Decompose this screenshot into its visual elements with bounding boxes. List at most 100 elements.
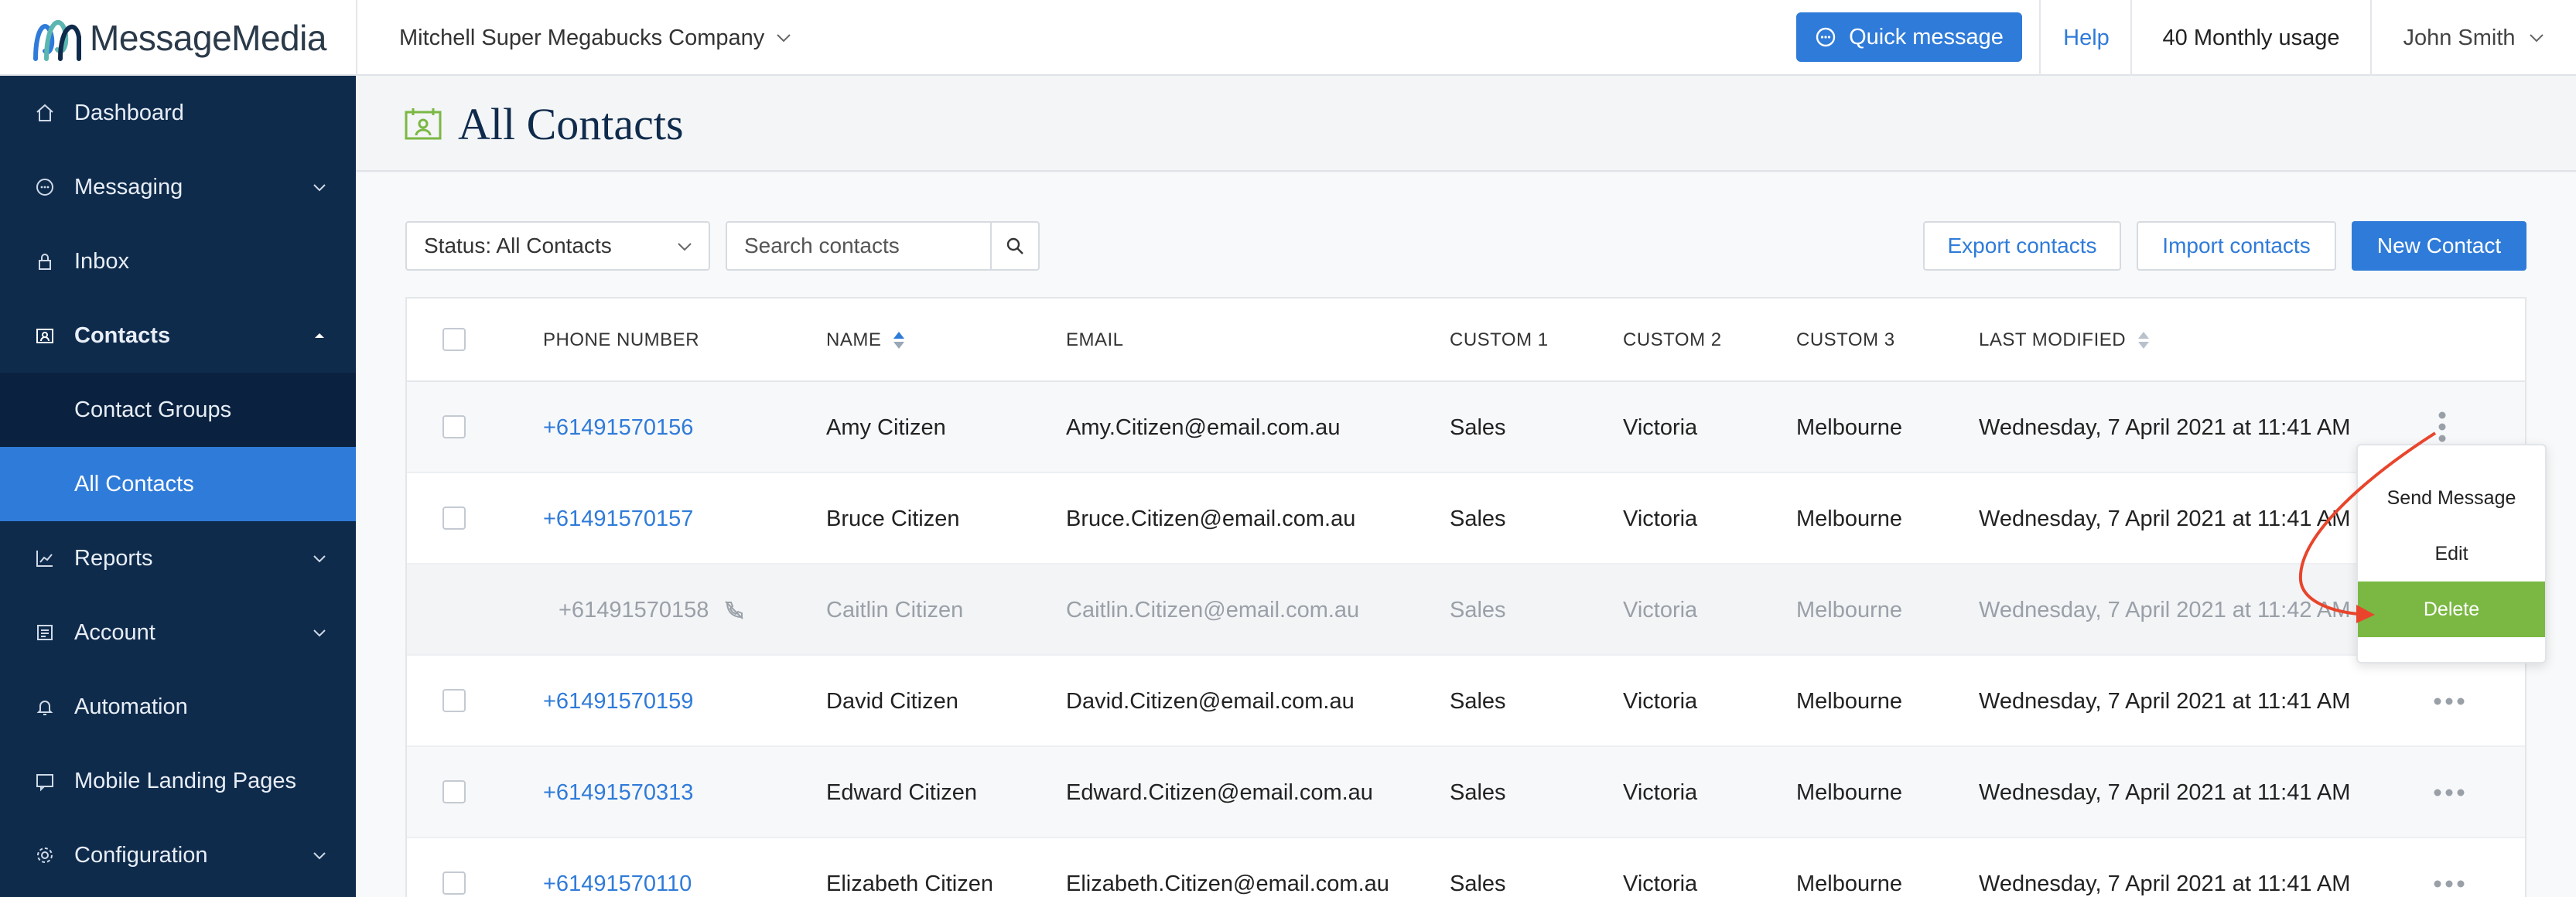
- sidebar-item-label: Inbox: [74, 248, 129, 274]
- menu-item-send-message[interactable]: Send Message: [2358, 470, 2545, 526]
- sidebar-item-label: Account: [74, 619, 155, 645]
- page-title: All Contacts: [404, 91, 684, 156]
- sidebar-item-reports[interactable]: Reports: [0, 521, 356, 595]
- gear-icon: [34, 844, 56, 866]
- row-checkbox[interactable]: [442, 506, 466, 530]
- sidebar-item-dashboard[interactable]: Dashboard: [0, 76, 356, 150]
- quick-message-button[interactable]: Quick message: [1796, 12, 2022, 62]
- sidebar-item-contacts[interactable]: Contacts: [0, 298, 356, 373]
- column-header-last-modified[interactable]: LAST MODIFIED: [1979, 298, 2151, 382]
- chevron-down-icon: [313, 629, 326, 637]
- sidebar-item-automation[interactable]: Automation: [0, 670, 356, 744]
- phone-number: +61491570158: [559, 564, 746, 656]
- search-icon: [1006, 237, 1023, 254]
- sidebar-item-label: Messaging: [74, 174, 183, 200]
- custom2-value: Victoria: [1623, 688, 1698, 714]
- export-contacts-button[interactable]: Export contacts: [1923, 221, 2121, 271]
- page-title-text: All Contacts: [458, 98, 684, 149]
- row-actions-menu: Send Message Edit Delete: [2356, 444, 2547, 663]
- custom2-value: Victoria: [1623, 414, 1698, 440]
- column-header-phone[interactable]: PHONE NUMBER: [543, 298, 699, 382]
- table-row[interactable]: +61491570110 Elizabeth Citizen Elizabeth…: [407, 838, 2525, 897]
- contacts-calendar-icon: [405, 108, 442, 140]
- contact-name: David Citizen: [826, 688, 958, 714]
- row-checkbox[interactable]: [442, 871, 466, 895]
- row-actions-button[interactable]: [2432, 656, 2466, 747]
- last-modified-value: Wednesday, 7 April 2021 at 11:42 AM: [1979, 597, 2351, 622]
- table-row[interactable]: +61491570157 Bruce Citizen Bruce.Citizen…: [407, 473, 2525, 564]
- column-header-label: LAST MODIFIED: [1979, 329, 2127, 350]
- sidebar-item-contact-groups[interactable]: Contact Groups: [0, 373, 356, 447]
- custom2-value: Victoria: [1623, 779, 1698, 805]
- search-input[interactable]: [727, 223, 990, 269]
- column-header-custom3[interactable]: CUSTOM 3: [1796, 298, 1895, 382]
- chat-icon: [34, 176, 56, 198]
- sidebar-item-label: Mobile Landing Pages: [74, 768, 296, 793]
- sort-ascending-icon: [893, 332, 905, 349]
- chevron-down-icon: [313, 852, 326, 860]
- custom1-value: Sales: [1450, 688, 1506, 714]
- more-vertical-icon[interactable]: [2437, 410, 2448, 444]
- contact-name: Amy Citizen: [826, 414, 946, 440]
- column-header-email[interactable]: EMAIL: [1066, 298, 1124, 382]
- row-checkbox[interactable]: [442, 415, 466, 438]
- chevron-down-icon: [2529, 34, 2544, 43]
- sidebar-item-account[interactable]: Account: [0, 595, 356, 670]
- sidebar-item-inbox[interactable]: Inbox: [0, 224, 356, 298]
- chevron-down-icon: [313, 555, 326, 563]
- last-modified-value: Wednesday, 7 April 2021 at 11:41 AM: [1979, 414, 2351, 440]
- new-contact-button[interactable]: New Contact: [2352, 221, 2526, 271]
- phone-link[interactable]: +61491570313: [543, 747, 693, 838]
- main-content: Status: All Contacts Export contacts Imp…: [356, 173, 2576, 897]
- phone-number-text: +61491570158: [559, 597, 709, 622]
- sidebar-item-messaging[interactable]: Messaging: [0, 150, 356, 224]
- contact-name: Edward Citizen: [826, 779, 978, 805]
- row-actions-button[interactable]: [2432, 838, 2466, 897]
- help-link[interactable]: Help: [2042, 0, 2130, 76]
- phone-link[interactable]: +61491570157: [543, 473, 693, 564]
- select-all-checkbox[interactable]: [442, 328, 466, 351]
- sidebar-item-mobile-landing-pages[interactable]: Mobile Landing Pages: [0, 744, 356, 818]
- sidebar-item-label: All Contacts: [74, 471, 194, 496]
- brand-name: MessageMedia: [90, 18, 326, 58]
- user-menu[interactable]: John Smith: [2372, 0, 2576, 76]
- custom1-value: Sales: [1450, 506, 1506, 531]
- row-checkbox[interactable]: [442, 689, 466, 712]
- custom2-value: Victoria: [1623, 597, 1698, 622]
- top-bar: MessageMedia Mitchell Super Megabucks Co…: [0, 0, 2576, 76]
- phone-link[interactable]: +61491570159: [543, 656, 693, 747]
- brand-logo[interactable]: MessageMedia: [29, 11, 354, 65]
- monthly-usage[interactable]: 40 Monthly usage: [2132, 0, 2370, 76]
- import-contacts-button[interactable]: Import contacts: [2137, 221, 2336, 271]
- table-row[interactable]: +61491570158 Caitlin Citizen Caitlin.Cit…: [407, 564, 2525, 656]
- chevron-down-icon: [313, 184, 326, 192]
- last-modified-value: Wednesday, 7 April 2021 at 11:41 AM: [1979, 506, 2351, 531]
- company-switcher[interactable]: Mitchell Super Megabucks Company: [399, 0, 792, 76]
- bell-icon: [34, 696, 56, 718]
- column-header-custom1[interactable]: CUSTOM 1: [1450, 298, 1549, 382]
- sidebar-item-all-contacts[interactable]: All Contacts: [0, 447, 356, 521]
- account-icon: [34, 622, 56, 643]
- menu-item-edit[interactable]: Edit: [2358, 526, 2545, 582]
- sidebar-item-configuration[interactable]: Configuration: [0, 818, 356, 892]
- status-filter-select[interactable]: Status: All Contacts: [405, 221, 710, 271]
- sidebar-item-label: Automation: [74, 694, 188, 719]
- custom3-value: Melbourne: [1796, 779, 1903, 805]
- lock-icon: [34, 251, 56, 272]
- contacts-card-icon: [34, 325, 56, 346]
- contact-search: [726, 221, 1040, 271]
- column-header-custom2[interactable]: CUSTOM 2: [1623, 298, 1722, 382]
- table-row[interactable]: +61491570313 Edward Citizen Edward.Citiz…: [407, 747, 2525, 838]
- custom1-value: Sales: [1450, 597, 1506, 622]
- row-actions-button[interactable]: [2432, 747, 2466, 838]
- sidebar: Dashboard Messaging Inbox Contacts Conta…: [0, 76, 356, 897]
- column-header-name[interactable]: NAME: [826, 298, 906, 382]
- phone-link[interactable]: +61491570156: [543, 382, 693, 473]
- table-row[interactable]: +61491570156 Amy Citizen Amy.Citizen@ema…: [407, 382, 2525, 473]
- phone-link[interactable]: +61491570110: [543, 838, 692, 897]
- sidebar-item-label: Contact Groups: [74, 397, 232, 422]
- search-button[interactable]: [990, 223, 1038, 269]
- table-row[interactable]: +61491570159 David Citizen David.Citizen…: [407, 656, 2525, 747]
- row-checkbox[interactable]: [442, 780, 466, 803]
- menu-item-delete[interactable]: Delete: [2358, 582, 2545, 637]
